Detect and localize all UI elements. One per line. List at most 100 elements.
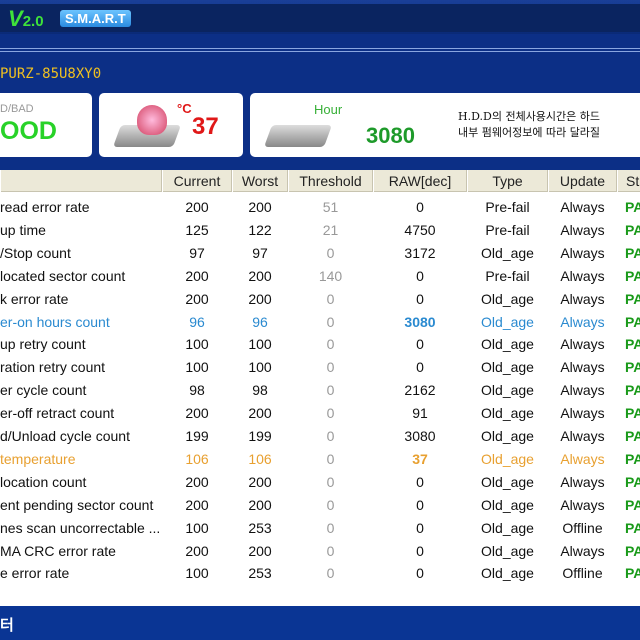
cell-st: PA [625, 221, 640, 238]
cell-thr: 0 [326, 519, 335, 536]
cell-name: ration retry count [0, 359, 106, 376]
note-line: 내부 펌웨어정보에 따라 달라질 [458, 126, 601, 139]
cell-st: PA [625, 359, 640, 376]
title-bar: V2.0 S.M.A.R.T [0, 0, 640, 34]
cell-type: Old_age [481, 428, 534, 444]
cell-cur: 100 [185, 359, 209, 376]
table-row[interactable]: located sector count 200 200 140 0 Pre-fail Al… [0, 265, 640, 288]
table-row[interactable]: up retry count 100 100 0 0 Old_age Always PA [0, 333, 640, 356]
table-row[interactable]: temperature 106 106 0 37 Old_age Always PA [0, 448, 640, 471]
cell-st: PA [625, 313, 640, 330]
table-row[interactable]: /Stop count 97 97 0 3172 Old_age Always PA [0, 242, 640, 265]
cell-type: Old_age [481, 336, 534, 353]
cell-type: Old_age [481, 565, 534, 582]
cell-name: /Stop count [0, 244, 71, 261]
cell-thr: 140 [318, 267, 343, 284]
column-header-raw[interactable]: RAW[dec] [373, 170, 467, 192]
cell-worst: 200 [248, 267, 272, 284]
cell-worst: 253 [248, 565, 272, 582]
status-card: D/BAD OOD [0, 93, 92, 157]
smart-table: Current Worst Threshold RAW[dec] Type Update S… [0, 170, 640, 606]
cell-worst: 97 [252, 244, 268, 261]
column-header-type[interactable]: Type [467, 170, 548, 192]
cell-worst: 100 [248, 336, 272, 353]
cell-st: PA [625, 336, 640, 353]
cell-raw: 0 [416, 290, 424, 307]
cell-thr: 0 [326, 496, 335, 513]
cell-raw: 3172 [404, 244, 436, 261]
cell-raw: 0 [416, 542, 424, 559]
footer-bar: 터 [0, 606, 640, 640]
table-row[interactable]: er-on hours count 96 96 0 3080 Old_age Always P… [0, 311, 640, 334]
column-header-name[interactable] [0, 170, 162, 192]
cell-type: Old_age [481, 519, 534, 536]
cell-worst: 98 [252, 382, 268, 399]
cell-raw: 3080 [404, 313, 436, 330]
hours-card: Hour 3080 H.D.D의 전체사용시간은 하드 내부 펌웨어정보에 따라… [250, 93, 640, 157]
cell-type: Old_age [481, 450, 534, 467]
cell-type: Old_age [481, 405, 534, 422]
cell-raw: 0 [416, 473, 424, 490]
cell-worst: 200 [248, 542, 272, 559]
table-row[interactable]: d/Unload cycle count 199 199 0 3080 Old_age Al… [0, 425, 640, 448]
cell-raw: 0 [416, 267, 424, 284]
table-row[interactable]: read error rate 200 200 51 0 Pre-fail Always PA [0, 196, 640, 219]
table-row[interactable]: location count 200 200 0 0 Old_age Always PA [0, 471, 640, 494]
cell-cur: 100 [185, 336, 209, 353]
cell-upd: Always [560, 473, 605, 490]
cell-thr: 0 [326, 313, 335, 330]
table-row[interactable]: nes scan uncorrectable ... 100 253 0 0 Old_ag… [0, 517, 640, 540]
cell-name: up retry count [0, 336, 86, 353]
temperature-card: °C 37 [99, 93, 243, 157]
column-header-st[interactable]: St [617, 170, 640, 192]
cell-upd: Always [560, 290, 605, 307]
table-row[interactable]: MA CRC error rate 200 200 0 0 Old_age Always PA [0, 540, 640, 563]
table-row[interactable]: up time 125 122 21 4750 Pre-fail Always PA [0, 219, 640, 242]
cell-name: location count [0, 473, 87, 490]
table-row[interactable]: er cycle count 98 98 0 2162 Old_age Always PA [0, 379, 640, 402]
cell-raw: 2162 [404, 382, 436, 399]
cell-st: PA [625, 428, 640, 444]
cell-name: read error rate [0, 199, 90, 215]
cell-cur: 200 [185, 496, 209, 513]
cell-type: Old_age [481, 542, 534, 559]
cell-upd: Always [560, 428, 605, 444]
cell-worst: 96 [252, 313, 268, 330]
cell-cur: 125 [185, 221, 209, 238]
cell-st: PA [625, 405, 640, 422]
table-row[interactable]: e error rate 100 253 0 0 Old_age Offline PA [0, 562, 640, 585]
cell-type: Old_age [481, 496, 534, 513]
cell-cur: 100 [185, 565, 209, 582]
table-row[interactable]: ration retry count 100 100 0 0 Old_age Always P… [0, 356, 640, 379]
table-row[interactable]: k error rate 200 200 0 0 Old_age Always PA [0, 288, 640, 311]
footer-text[interactable]: 터 [0, 614, 14, 635]
cell-raw: 0 [416, 359, 424, 376]
table-row[interactable]: ent pending sector count 200 200 0 0 Old_age A… [0, 494, 640, 517]
cell-upd: Always [560, 336, 605, 353]
column-header-cur[interactable]: Current [162, 170, 232, 192]
cell-cur: 200 [185, 405, 209, 422]
cell-thr: 0 [326, 359, 335, 376]
cell-st: PA [625, 382, 640, 399]
cell-name: er-on hours count [0, 313, 110, 330]
cell-st: PA [625, 199, 640, 215]
cell-worst: 253 [248, 519, 272, 536]
cell-upd: Always [560, 199, 605, 215]
cell-worst: 122 [248, 221, 272, 238]
cell-raw: 4750 [404, 221, 436, 238]
cell-thr: 0 [326, 450, 335, 467]
cell-name: er-off retract count [0, 405, 115, 422]
cell-name: nes scan uncorrectable ... [0, 519, 161, 536]
version-letter: V [8, 6, 23, 31]
column-header-thr[interactable]: Threshold [288, 170, 373, 192]
temp-value: 37 [192, 113, 219, 140]
cell-raw: 0 [416, 565, 424, 582]
cell-type: Old_age [481, 290, 534, 307]
cell-cur: 199 [185, 428, 209, 444]
column-header-upd[interactable]: Update [548, 170, 617, 192]
cell-worst: 200 [248, 473, 272, 490]
table-row[interactable]: er-off retract count 200 200 0 91 Old_age Alwa… [0, 402, 640, 425]
cell-upd: Always [560, 382, 605, 399]
column-header-worst[interactable]: Worst [232, 170, 288, 192]
cell-upd: Always [560, 313, 605, 330]
